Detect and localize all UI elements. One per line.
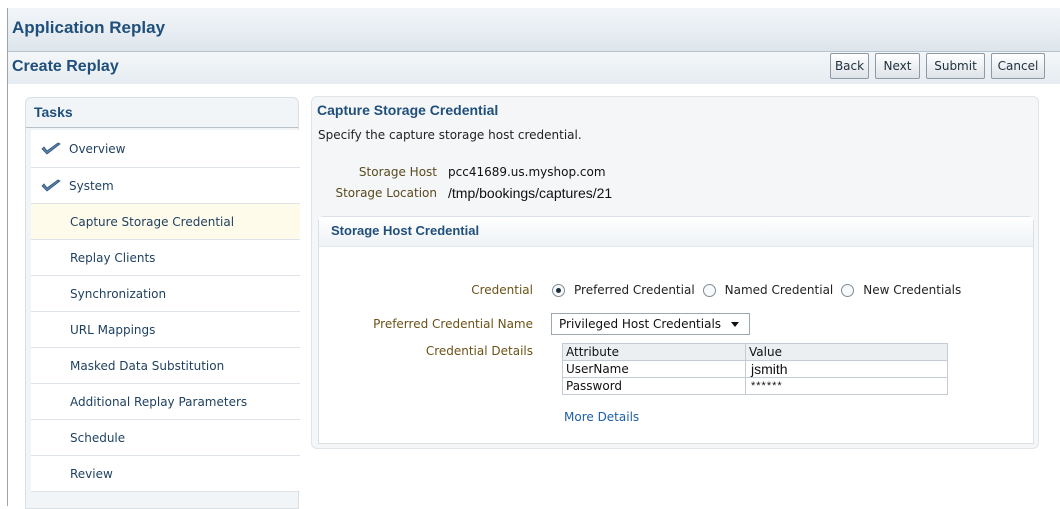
task-label: Additional Replay Parameters <box>70 394 248 409</box>
table-cell: UserName <box>562 360 746 378</box>
tasks-panel: Tasks Overview System Capture Storage Cr… <box>25 97 300 509</box>
radio-selected-dot <box>556 287 561 293</box>
task-item-replay-clients[interactable]: Replay Clients <box>31 240 300 276</box>
storage-host-label: Storage Host <box>358 165 437 179</box>
named-credential-radio[interactable] <box>702 283 716 297</box>
section-title: Capture Storage Credential <box>317 102 499 118</box>
storage-location-value: /tmp/bookings/captures/21 <box>448 185 613 201</box>
page-header: Create Replay Back Next Submit Cancel <box>8 52 1060 84</box>
new-credentials-option-label[interactable]: New Credentials <box>863 283 961 297</box>
storage-host-credential-header: Storage Host Credential <box>319 217 1033 247</box>
tasks-header: Tasks <box>26 98 298 128</box>
task-label: Review <box>70 466 113 481</box>
table-row: Password ****** <box>562 377 948 395</box>
table-cell: Password <box>562 377 746 395</box>
named-credential-option-label[interactable]: Named Credential <box>725 283 834 297</box>
storage-host-credential-panel: Storage Host Credential Credential Prefe… <box>318 216 1034 444</box>
task-item-synchronization[interactable]: Synchronization <box>31 276 300 312</box>
task-label: Schedule <box>70 430 126 445</box>
task-label: Capture Storage Credential <box>70 214 235 229</box>
task-item-review[interactable]: Review <box>31 456 300 492</box>
content-panel: Capture Storage Credential Specify the c… <box>311 96 1039 449</box>
wizard-button-bar: Back Next Submit Cancel <box>830 53 1045 79</box>
checkmark-icon <box>41 179 61 192</box>
preferred-credential-option-label[interactable]: Preferred Credential <box>574 283 695 297</box>
page-title: Create Replay <box>12 58 119 75</box>
submit-button[interactable]: Submit <box>926 53 985 79</box>
task-item-schedule[interactable]: Schedule <box>31 420 300 456</box>
credential-details-label: Credential Details <box>425 344 533 358</box>
task-list: Overview System Capture Storage Credenti… <box>31 130 300 492</box>
task-label: System <box>69 178 114 193</box>
task-label: Replay Clients <box>70 250 156 265</box>
preferred-credential-name-value: Privileged Host Credentials <box>559 317 722 331</box>
task-item-overview[interactable]: Overview <box>31 130 300 168</box>
dropdown-arrow-icon <box>731 321 740 327</box>
table-row: UserName jsmith <box>562 360 948 378</box>
more-details-link[interactable]: More Details <box>564 410 639 424</box>
task-item-url-mappings[interactable]: URL Mappings <box>31 312 300 348</box>
table-header-row: Attribute Value <box>562 343 948 361</box>
column-header: Attribute <box>562 343 746 361</box>
task-label: Overview <box>69 141 126 156</box>
app-title: Application Replay <box>12 18 166 37</box>
cancel-button[interactable]: Cancel <box>991 53 1045 79</box>
credential-radio-group: Preferred Credential Named Credential Ne… <box>552 283 961 297</box>
task-item-capture-storage-credential[interactable]: Capture Storage Credential <box>31 204 300 240</box>
preferred-credential-radio[interactable] <box>552 283 565 297</box>
credential-label: Credential <box>471 283 533 297</box>
new-credentials-radio[interactable] <box>841 283 855 297</box>
next-button[interactable]: Next <box>875 53 920 79</box>
app-header: Application Replay <box>8 8 1060 52</box>
checkmark-icon <box>41 142 61 155</box>
task-item-masked-data-substitution[interactable]: Masked Data Substitution <box>31 348 300 384</box>
table-cell: ****** <box>745 377 948 395</box>
task-item-system[interactable]: System <box>31 168 300 204</box>
back-button[interactable]: Back <box>830 53 869 79</box>
task-label: Masked Data Substitution <box>70 358 225 373</box>
task-label: Synchronization <box>70 286 167 301</box>
storage-host-value: pcc41689.us.myshop.com <box>448 165 606 179</box>
task-item-additional-replay-parameters[interactable]: Additional Replay Parameters <box>31 384 300 420</box>
column-header: Value <box>745 343 948 361</box>
task-label: URL Mappings <box>70 322 156 337</box>
credential-details-table: Attribute Value UserName jsmith Password… <box>562 343 948 395</box>
section-description: Specify the capture storage host credent… <box>318 128 582 142</box>
storage-location-label: Storage Location <box>335 186 437 200</box>
preferred-credential-name-select[interactable]: Privileged Host Credentials <box>551 313 750 335</box>
table-cell: jsmith <box>745 360 948 378</box>
preferred-credential-name-label: Preferred Credential Name <box>373 317 533 331</box>
